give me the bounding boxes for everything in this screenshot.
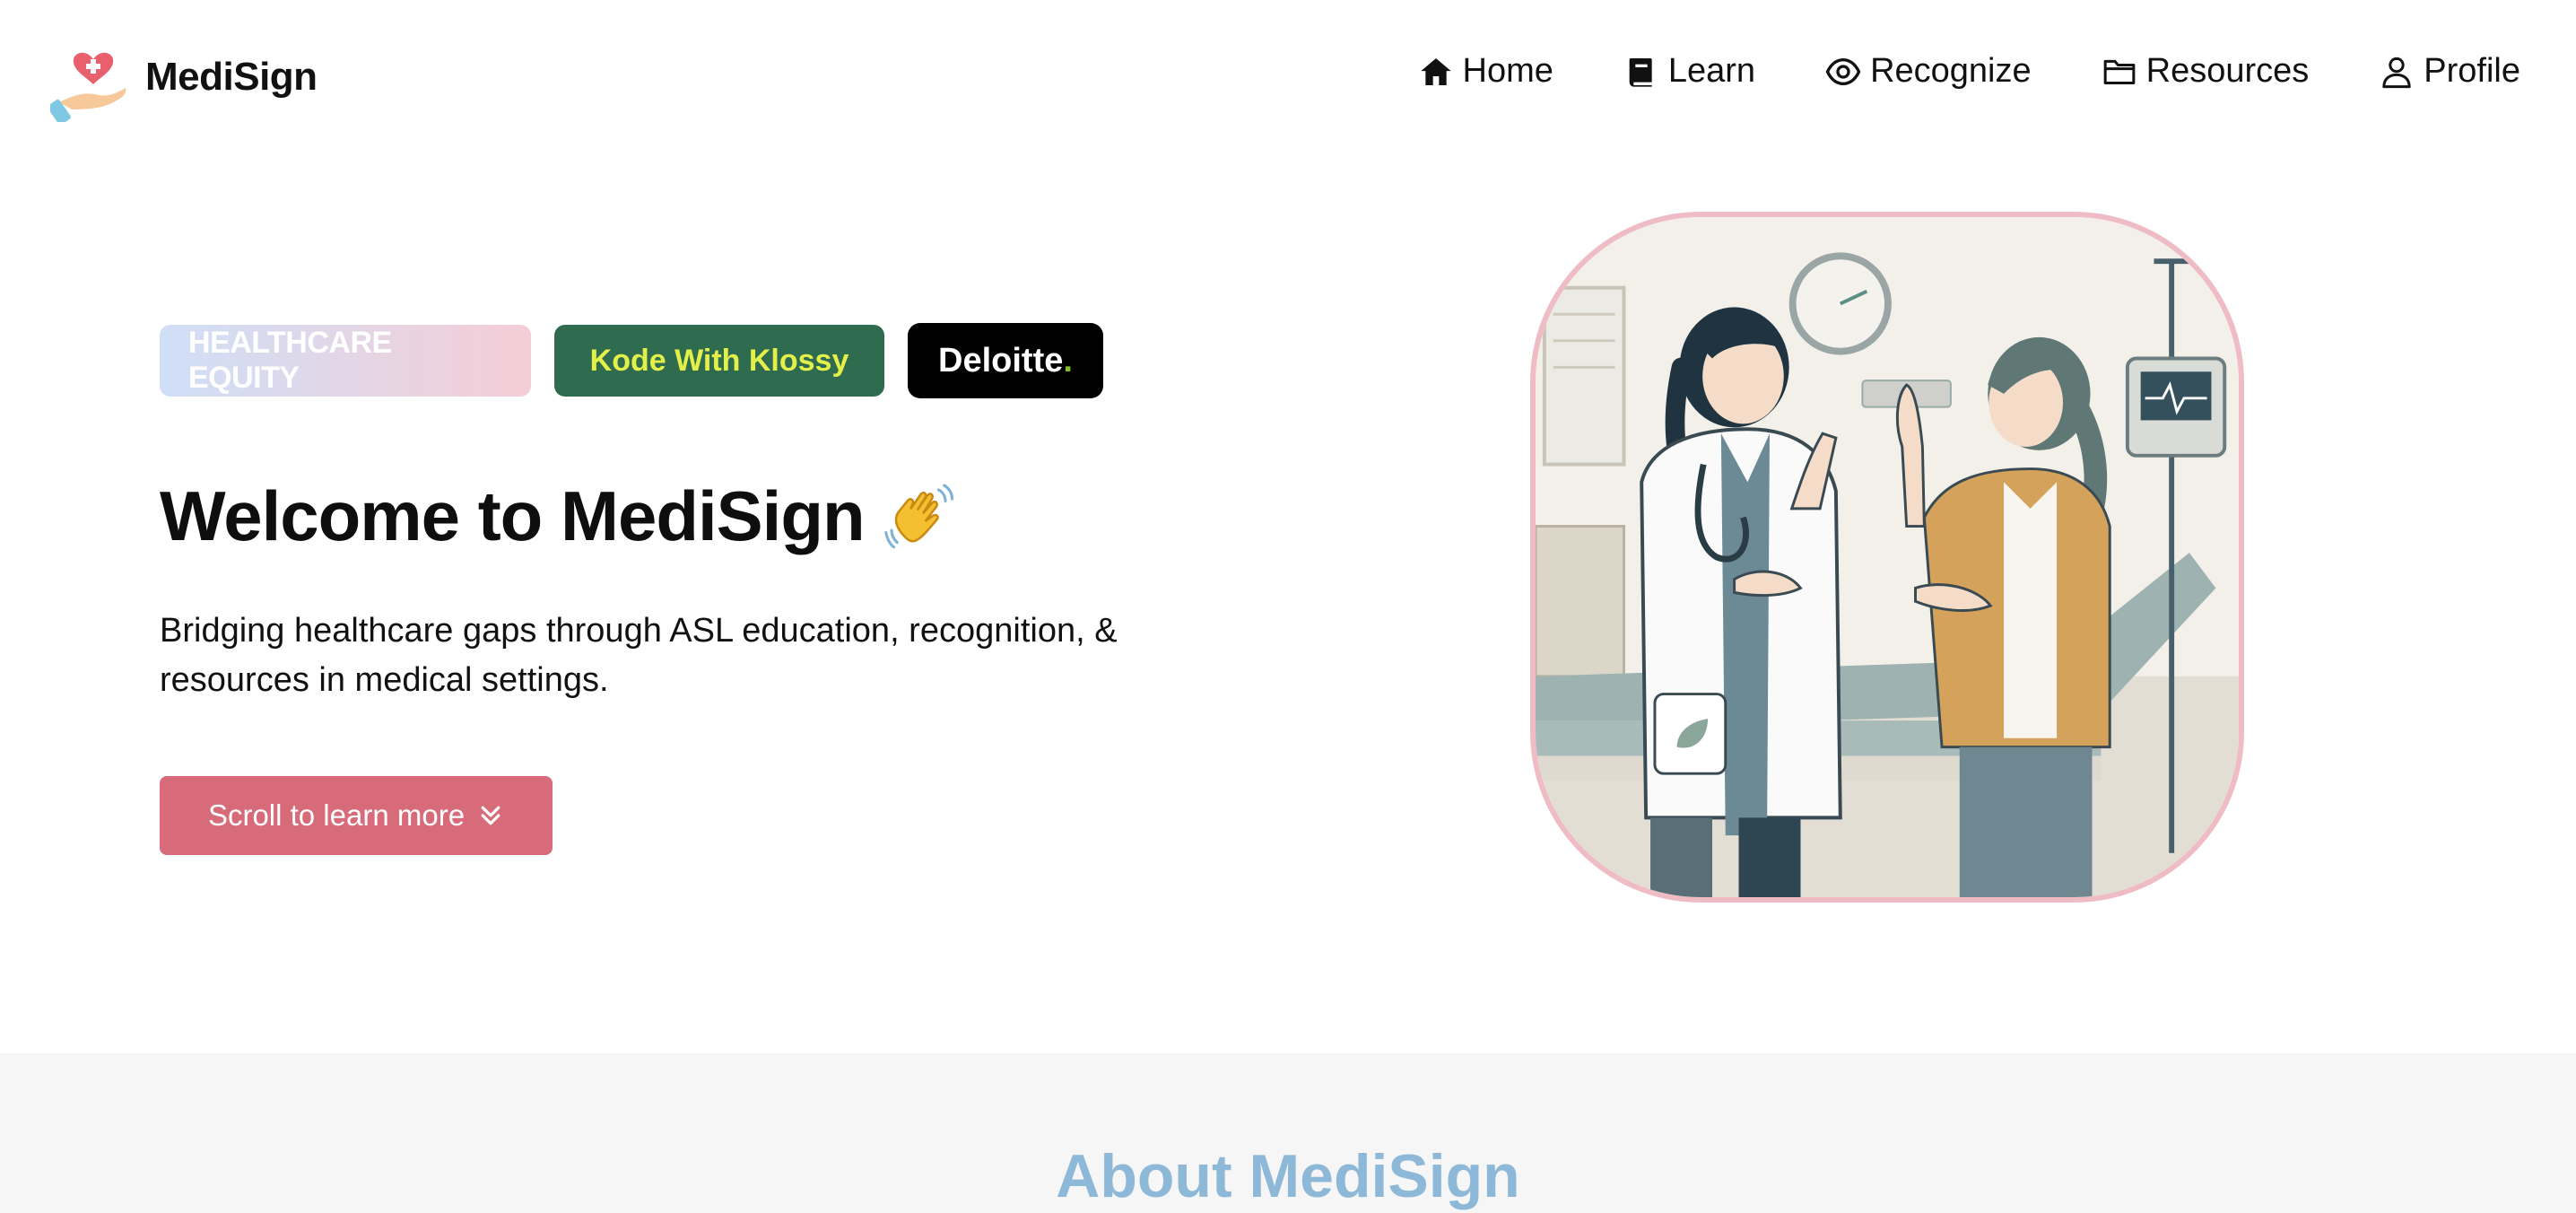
navbar: MediSign Home Learn Recognize Resources … [0,0,2576,153]
deloitte-badge-label: Deloitte [938,341,1064,380]
eye-icon [1825,57,1861,85]
nav-learn-label: Learn [1667,52,1756,90]
nav-resources[interactable]: Resources [2102,52,2310,91]
doctor-patient-illustration [1536,217,2239,897]
nav-resources-label: Resources [2145,52,2310,90]
about-title: About MediSign [1056,1142,1520,1210]
nav-profile[interactable]: Profile [2379,52,2520,91]
double-chevron-down-icon [481,806,500,825]
main-nav: Home Learn Recognize Resources Profile [1418,52,2520,91]
hero-title: Welcome to MediSign [160,476,954,557]
nav-recognize-label: Recognize [1870,52,2032,90]
brand[interactable]: MediSign [50,32,318,122]
home-icon [1420,57,1451,85]
waving-hand-icon [883,483,953,548]
user-icon [2382,57,2411,88]
nav-profile-label: Profile [2424,52,2520,90]
scroll-button-label: Scroll to learn more [207,798,466,832]
badge-row: HEALTHCARE EQUITY Kode With Klossy Deloi… [160,323,1127,398]
hero-description: Bridging healthcare gaps through ASL edu… [160,612,1118,699]
medisign-logo-icon [50,52,126,122]
nav-home[interactable]: Home [1418,52,1553,91]
hero-title-text: Welcome to MediSign [160,476,866,555]
scroll-to-learn-more-button[interactable]: Scroll to learn more [160,776,553,855]
nav-learn[interactable]: Learn [1623,52,1755,91]
brand-name: MediSign [145,55,318,99]
hero-illustration [1530,212,2244,903]
nav-home-label: Home [1462,52,1553,90]
deloitte-dot: . [1063,341,1073,380]
nav-recognize[interactable]: Recognize [1825,52,2032,91]
folder-icon [2103,59,2135,84]
kode-with-klossy-badge: Kode With Klossy [554,325,884,397]
book-icon [1629,57,1652,87]
deloitte-badge: Deloitte. [908,323,1103,398]
healthcare-equity-badge: HEALTHCARE EQUITY [160,325,531,397]
